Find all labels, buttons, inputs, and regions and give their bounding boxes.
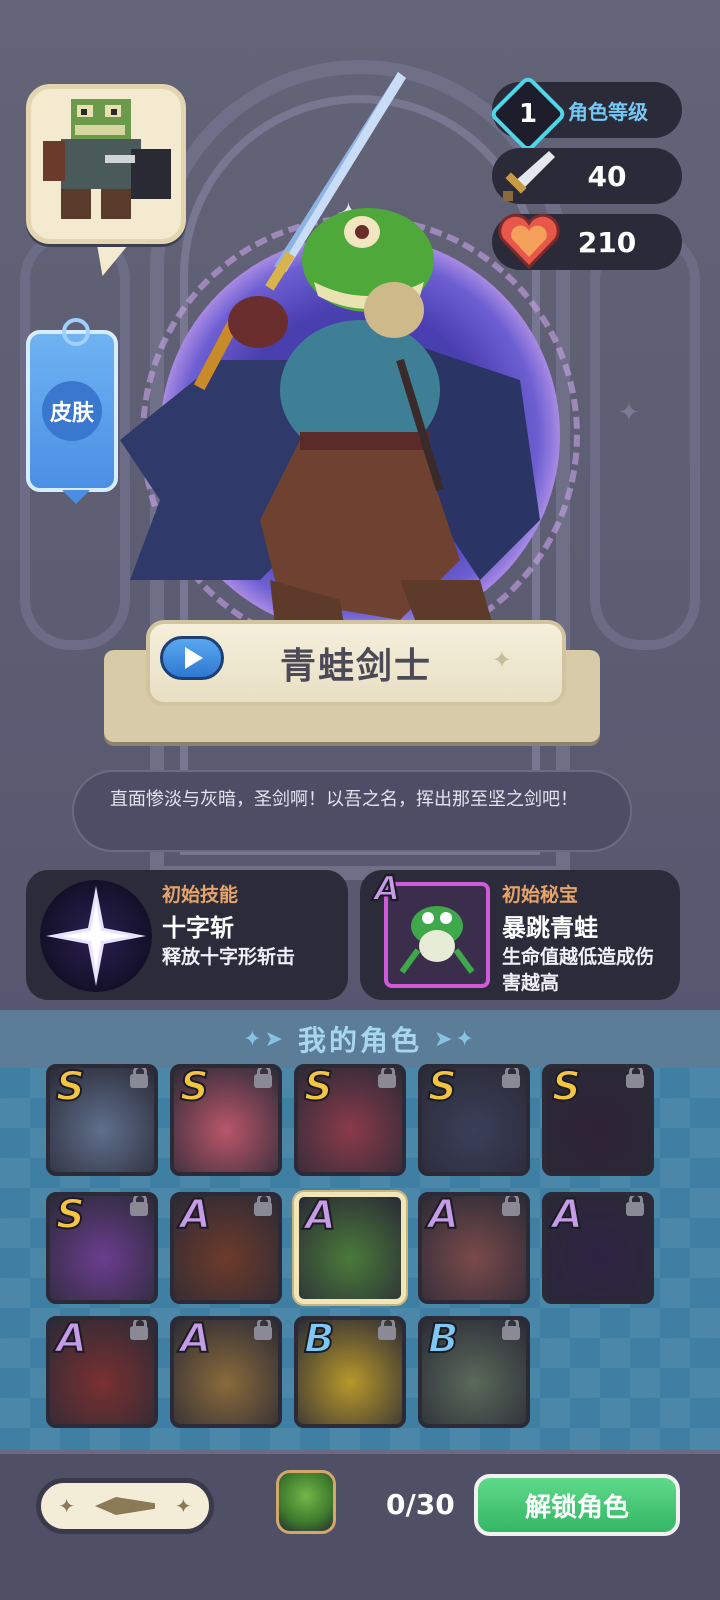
sparkle-icon: ✦: [491, 646, 512, 674]
rank-badge: A: [179, 1316, 212, 1363]
character-slot[interactable]: A: [170, 1192, 282, 1304]
skill-label: 初始技能: [162, 884, 239, 906]
sparkle-icon: ✦: [618, 398, 640, 428]
pixel-portrait: [26, 84, 186, 244]
character-slot[interactable]: S: [170, 1064, 282, 1176]
character-slot[interactable]: B: [418, 1316, 530, 1428]
rank-badge: A: [179, 1192, 212, 1239]
relic-description: 生命值越低造成伤害越高: [502, 946, 655, 994]
character-grid: S S S S S S A A A A A A B B: [0, 1064, 720, 1450]
lock-icon: [626, 1196, 644, 1216]
character-slot[interactable]: S: [418, 1064, 530, 1176]
rank-badge: S: [179, 1064, 210, 1111]
back-arrow-icon: [95, 1497, 155, 1515]
unlock-character-button[interactable]: 解锁角色: [474, 1474, 680, 1536]
character-slot[interactable]: S: [294, 1064, 406, 1176]
character-quote: 直面惨淡与灰暗，圣剑啊！以吾之名，挥出那至坚之剑吧！: [72, 770, 632, 852]
rank-badge: A: [427, 1192, 460, 1239]
relic-rank: A: [373, 869, 401, 909]
heart-icon: [494, 206, 564, 276]
skin-button-label: 皮肤: [49, 401, 94, 426]
relic-label: 初始秘宝: [502, 884, 579, 906]
lock-icon: [378, 1068, 396, 1088]
initial-skill-card[interactable]: 初始技能 十字斩 释放十字形斩击: [26, 870, 348, 1000]
lock-icon: [502, 1196, 520, 1216]
lock-icon: [130, 1320, 148, 1340]
relic-name: 暴跳青蛙: [502, 914, 598, 942]
lock-icon: [378, 1320, 396, 1340]
rank-badge: S: [551, 1064, 582, 1111]
lock-icon: [130, 1068, 148, 1088]
character-slot[interactable]: A: [170, 1316, 282, 1428]
character-slot[interactable]: S: [46, 1192, 158, 1304]
skin-badge: 皮肤: [42, 381, 102, 441]
rank-badge: B: [427, 1316, 459, 1363]
sword-icon: [494, 140, 564, 210]
character-slot[interactable]: A: [542, 1192, 654, 1304]
lock-icon: [254, 1196, 272, 1216]
sparkle-icon: ✦: [175, 1494, 192, 1518]
rank-badge: A: [304, 1193, 337, 1240]
roster-header: ✦➤ 我的角色 ➤✦: [0, 1010, 720, 1068]
unlock-counter: 0/30: [386, 1488, 455, 1521]
character-showcase: ✦ ✦: [0, 0, 720, 1030]
initial-relic-card[interactable]: A 初始秘宝 暴跳青蛙 生命值越低造成伤害越高: [360, 870, 680, 1000]
character-slot[interactable]: S: [542, 1064, 654, 1176]
rank-badge: A: [55, 1316, 88, 1363]
skin-button[interactable]: 皮肤: [26, 318, 118, 504]
level-label: 角色等级: [568, 100, 648, 124]
character-slot[interactable]: A: [418, 1192, 530, 1304]
character-slot[interactable]: B: [294, 1316, 406, 1428]
left-decoration-icon: ✦➤: [243, 1026, 286, 1052]
rank-badge: S: [427, 1064, 458, 1111]
lock-icon: [502, 1068, 520, 1088]
rank-badge: S: [303, 1064, 334, 1111]
frog-avatar-icon: [276, 1470, 336, 1534]
lock-icon: [626, 1068, 644, 1088]
character-slot[interactable]: S: [46, 1064, 158, 1176]
play-voice-button[interactable]: [160, 636, 224, 680]
sparkle-icon: ✦: [58, 1494, 75, 1518]
roster-title: 我的角色: [297, 1024, 422, 1057]
skin-banner-tip: [62, 490, 90, 504]
right-decoration-icon: ➤✦: [434, 1026, 477, 1052]
character-slot[interactable]: A: [46, 1316, 158, 1428]
rank-badge: B: [303, 1316, 335, 1363]
play-icon: [185, 647, 203, 669]
hanger-hook-icon: [62, 318, 90, 346]
rank-badge: S: [55, 1192, 86, 1239]
character-slot[interactable]: A: [294, 1192, 406, 1304]
lock-icon: [254, 1068, 272, 1088]
skill-name: 十字斩: [162, 914, 234, 942]
cross-slash-icon: [40, 880, 152, 992]
level-number: 1: [518, 99, 538, 129]
lock-icon: [254, 1320, 272, 1340]
back-button[interactable]: ✦ ✦: [36, 1478, 214, 1534]
rank-badge: A: [551, 1192, 584, 1239]
pixel-frog-icon: [43, 99, 171, 219]
skill-description: 释放十字形斩击: [162, 946, 296, 968]
lock-icon: [502, 1320, 520, 1340]
character-name: 青蛙剑士: [279, 646, 432, 687]
rank-badge: S: [55, 1064, 86, 1111]
lock-icon: [130, 1196, 148, 1216]
